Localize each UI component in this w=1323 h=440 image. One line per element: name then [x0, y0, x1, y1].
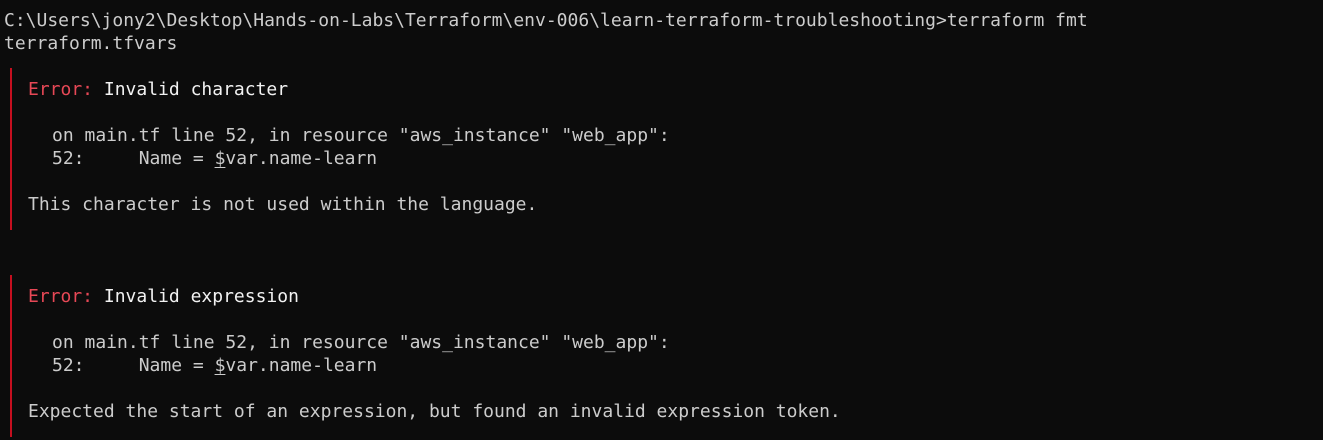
error-summary: Invalid character [103, 79, 289, 100]
code-line-suffix: var.name-learn [225, 355, 378, 376]
code-line-invalid-char: $ [214, 148, 226, 169]
error-heading: Error: Invalid character [28, 78, 288, 101]
error-label: Error: [28, 286, 94, 307]
code-line-suffix: var.name-learn [225, 148, 378, 169]
error-bar [10, 68, 12, 230]
formatted-file-output: terraform.tfvars [4, 33, 178, 54]
error-summary: Invalid expression [103, 286, 299, 307]
error-bar [10, 275, 12, 437]
error-detail: Expected the start of an expression, but… [28, 401, 841, 422]
code-line-prefix: 52: Name = [52, 148, 215, 169]
error-detail: This character is not used within the la… [28, 194, 538, 215]
error-code-line: 52: Name = $var.name-learn [52, 147, 377, 170]
error-location: on main.tf line 52, in resource "aws_ins… [52, 125, 670, 146]
error-label: Error: [28, 79, 94, 100]
code-line-prefix: 52: Name = [52, 355, 215, 376]
error-code-line: 52: Name = $var.name-learn [52, 354, 377, 377]
command-prompt-line: C:\Users\jony2\Desktop\Hands-on-Labs\Ter… [4, 10, 1088, 31]
code-line-invalid-char: $ [214, 355, 226, 376]
error-heading: Error: Invalid expression [28, 285, 299, 308]
error-location: on main.tf line 52, in resource "aws_ins… [52, 332, 670, 353]
terminal-window[interactable]: C:\Users\jony2\Desktop\Hands-on-Labs\Ter… [0, 0, 1323, 440]
